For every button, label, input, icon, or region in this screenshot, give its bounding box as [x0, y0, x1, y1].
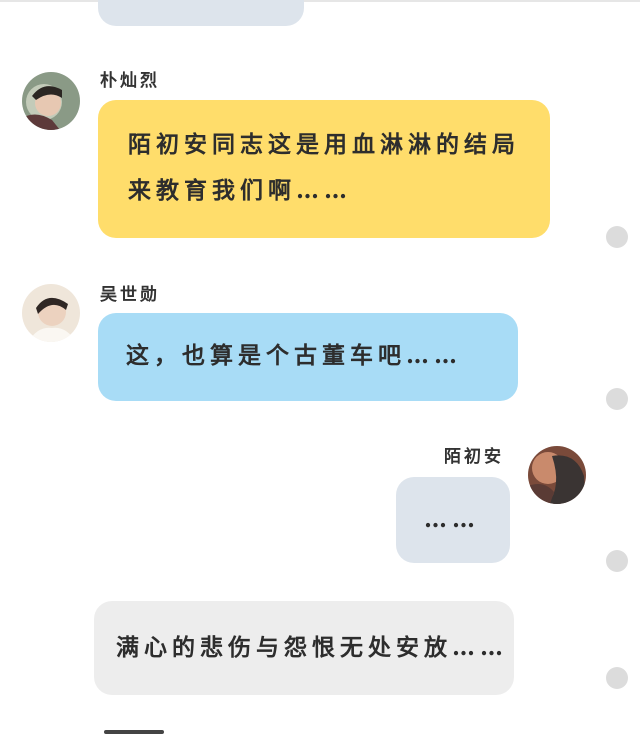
select-dot[interactable] — [606, 388, 628, 410]
select-dot[interactable] — [606, 226, 628, 248]
narration-bubble[interactable]: 满心的悲伤与怨恨无处安放…… — [94, 601, 514, 695]
message-bubble[interactable]: …… — [396, 477, 510, 563]
avatar-image — [22, 284, 80, 342]
avatar-image — [22, 72, 80, 130]
partial-message-bubble[interactable] — [98, 0, 304, 26]
cut-off-sender-name — [104, 730, 164, 734]
narration-text: 满心的悲伤与怨恨无处安放…… — [116, 634, 508, 661]
avatar-park-chanyeol[interactable] — [22, 72, 80, 130]
sender-name: 吴世勋 — [100, 285, 160, 305]
message-text: 这，也算是个古董车吧…… — [126, 342, 462, 369]
sender-name: 朴灿烈 — [100, 71, 160, 91]
message-text: 陌初安同志这是用血淋淋的结局来教育我们啊…… — [128, 131, 520, 204]
select-dot[interactable] — [606, 667, 628, 689]
top-divider — [0, 0, 640, 2]
avatar-oh-sehun[interactable] — [22, 284, 80, 342]
avatar-image — [528, 446, 586, 504]
message-bubble[interactable]: 陌初安同志这是用血淋淋的结局来教育我们啊…… — [98, 100, 550, 238]
avatar-mo-chuan[interactable] — [528, 446, 586, 504]
sender-name: 陌初安 — [444, 447, 504, 467]
select-dot[interactable] — [606, 550, 628, 572]
message-bubble[interactable]: 这，也算是个古董车吧…… — [98, 313, 518, 401]
message-text: …… — [424, 506, 480, 533]
